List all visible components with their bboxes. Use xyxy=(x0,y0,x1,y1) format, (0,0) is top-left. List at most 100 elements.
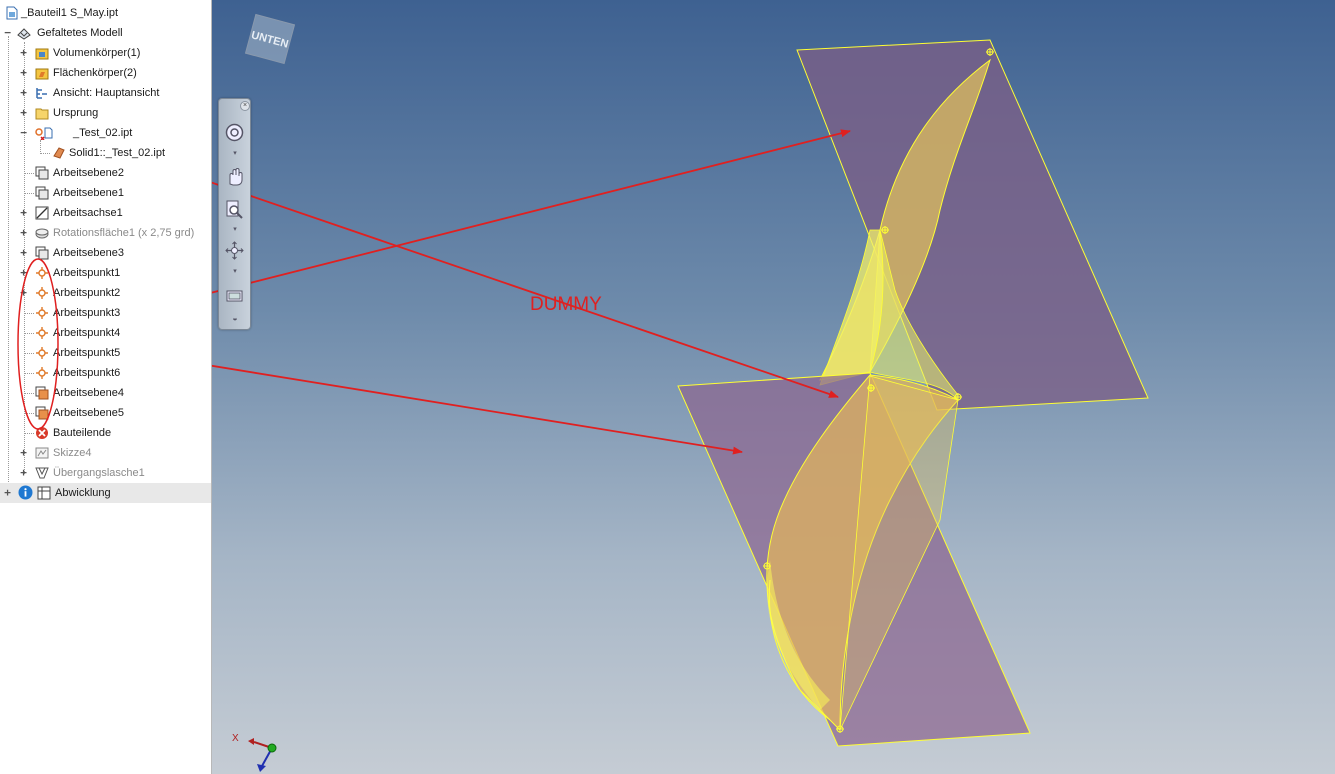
work-axis-icon xyxy=(35,206,49,220)
chevron-down-icon[interactable]: ▾ xyxy=(231,150,239,157)
tree-item-label: Arbeitspunkt5 xyxy=(53,347,121,359)
work-plane-orange-icon xyxy=(35,406,49,420)
work-point-icon xyxy=(36,347,48,359)
tree-item-label: Arbeitspunkt3 xyxy=(53,307,121,319)
dummy-annotation: DUMMY xyxy=(530,294,602,315)
tree-item-workpoint4[interactable]: Arbeitspunkt4 xyxy=(0,323,211,343)
work-point-icon xyxy=(36,287,48,299)
tree-line xyxy=(24,373,34,374)
tree-item-label: Arbeitsebene1 xyxy=(53,187,124,199)
model-scene xyxy=(212,39,1149,747)
tree-line xyxy=(24,333,34,334)
tree-line xyxy=(24,433,34,434)
tree-item-workpoint2[interactable]: + Arbeitspunkt2 xyxy=(0,283,211,303)
tree-item-origin[interactable]: + Ursprung xyxy=(0,103,211,123)
tree-item-workaxis1[interactable]: + Arbeitsachse1 xyxy=(0,203,211,223)
view-cube[interactable]: UNTEN xyxy=(242,11,298,67)
surface-bodies-folder-icon xyxy=(35,68,49,80)
work-point-icon xyxy=(36,327,48,339)
tree-item-label: Bauteilende xyxy=(53,427,112,439)
tree-item-view[interactable]: + Ansicht: Hauptansicht xyxy=(0,83,211,103)
coordinate-triad: X xyxy=(232,733,277,772)
3d-viewport[interactable]: UNTEN × ▾ ▾ ▾ ◒ DUMMY X xyxy=(212,0,1335,774)
tree-item-label: Arbeitspunkt2 xyxy=(53,287,121,299)
tree-item-label: Arbeitsachse1 xyxy=(53,207,123,219)
expand-icon[interactable]: + xyxy=(19,43,28,63)
tree-item-flat-pattern[interactable]: + Abwicklung xyxy=(0,483,211,503)
expand-icon[interactable]: + xyxy=(19,443,28,463)
collapse-icon[interactable]: − xyxy=(3,23,12,43)
expand-icon[interactable]: + xyxy=(19,463,28,483)
tree-item-revolve1[interactable]: + Rotationsfläche1 (x 2,75 grd) xyxy=(0,223,211,243)
tree-line xyxy=(24,193,34,194)
work-plane-icon xyxy=(35,246,49,260)
tree-item-solid1[interactable]: Solid1::_Test_02.ipt xyxy=(0,143,211,163)
tree-item-label: Ansicht: Hauptansicht xyxy=(53,87,160,99)
expand-icon[interactable]: + xyxy=(3,483,12,503)
close-icon[interactable]: × xyxy=(240,101,250,111)
tree-item-derived-part[interactable]: − _Test_02.ipt xyxy=(0,123,211,143)
info-icon xyxy=(18,485,33,500)
tree-item-label: Abwicklung xyxy=(55,487,111,499)
expand-icon[interactable]: + xyxy=(19,263,28,283)
steering-wheel-icon[interactable] xyxy=(224,122,245,143)
browser-root-part[interactable]: _Bauteil1 S_May.ipt xyxy=(0,3,211,23)
tree-item-folded-model[interactable]: − Gefaltetes Modell xyxy=(0,23,211,43)
tree-item-label: Arbeitspunkt1 xyxy=(53,267,121,279)
tree-item-workplane3[interactable]: + Arbeitsebene3 xyxy=(0,243,211,263)
tree-item-workplane5[interactable]: Arbeitsebene5 xyxy=(0,403,211,423)
expand-icon[interactable]: + xyxy=(19,243,28,263)
chevron-down-icon[interactable]: ▾ xyxy=(231,226,239,233)
tree-item-label: Arbeitspunkt4 xyxy=(53,327,121,339)
work-plane-orange-icon xyxy=(35,386,49,400)
tree-item-end-of-part[interactable]: Bauteilende xyxy=(0,423,211,443)
navigation-bar: × ▾ ▾ ▾ ◒ xyxy=(218,98,251,330)
tree-item-label: Gefaltetes Modell xyxy=(37,27,123,39)
tree-line xyxy=(24,173,34,174)
folded-model-icon xyxy=(17,28,31,40)
derived-part-broken-link-icon xyxy=(35,127,53,140)
expand-icon[interactable]: + xyxy=(19,103,28,123)
work-point-icon xyxy=(36,307,48,319)
expand-icon[interactable]: + xyxy=(19,223,28,243)
tree-item-workplane2[interactable]: Arbeitsebene2 xyxy=(0,163,211,183)
pan-hand-icon[interactable] xyxy=(224,166,245,187)
axis-x-label: X xyxy=(232,733,239,744)
solid-bodies-folder-icon xyxy=(35,48,49,60)
tree-item-solid-bodies[interactable]: + Volumenkörper(1) xyxy=(0,43,211,63)
tree-item-lofted-flange1[interactable]: + Übergangslasche1 xyxy=(0,463,211,483)
collapse-icon[interactable]: − xyxy=(19,123,28,143)
tree-item-workpoint5[interactable]: Arbeitspunkt5 xyxy=(0,343,211,363)
tree-item-sketch4[interactable]: + Skizze4 xyxy=(0,443,211,463)
tree-item-label: Arbeitsebene4 xyxy=(53,387,124,399)
work-plane-icon xyxy=(35,166,49,180)
expand-icon[interactable]: + xyxy=(19,83,28,103)
view-representation-icon xyxy=(36,88,47,99)
look-at-icon[interactable] xyxy=(224,285,245,306)
tree-item-workpoint6[interactable]: Arbeitspunkt6 xyxy=(0,363,211,383)
expand-icon[interactable]: + xyxy=(19,63,28,83)
expand-icon[interactable]: + xyxy=(19,203,28,223)
part-file-icon xyxy=(6,6,18,20)
zoom-icon[interactable] xyxy=(224,199,245,220)
customize-icon[interactable]: ◒ xyxy=(231,314,239,323)
tree-item-label: Rotationsfläche1 (x 2,75 grd) xyxy=(53,227,195,239)
tree-item-workpoint1[interactable]: + Arbeitspunkt1 xyxy=(0,263,211,283)
work-plane-icon xyxy=(35,186,49,200)
tree-item-label: Übergangslasche1 xyxy=(53,467,145,479)
tree-item-surface-bodies[interactable]: + Flächenkörper(2) xyxy=(0,63,211,83)
chevron-down-icon[interactable]: ▾ xyxy=(231,268,239,275)
tree-item-workplane1[interactable]: Arbeitsebene1 xyxy=(0,183,211,203)
expand-icon[interactable]: + xyxy=(19,283,28,303)
tree-item-label: Skizze4 xyxy=(53,447,92,459)
tree-item-workpoint3[interactable]: Arbeitspunkt3 xyxy=(0,303,211,323)
end-of-part-icon xyxy=(36,427,48,439)
tree-item-label: Solid1::_Test_02.ipt xyxy=(69,147,166,159)
tree-item-workplane4[interactable]: Arbeitsebene4 xyxy=(0,383,211,403)
origin-folder-icon xyxy=(35,108,49,120)
tree-line xyxy=(24,313,34,314)
orbit-icon[interactable] xyxy=(224,240,245,261)
tree-line xyxy=(24,353,34,354)
work-point-icon xyxy=(36,367,48,379)
tree-item-label: Arbeitspunkt6 xyxy=(53,367,121,379)
